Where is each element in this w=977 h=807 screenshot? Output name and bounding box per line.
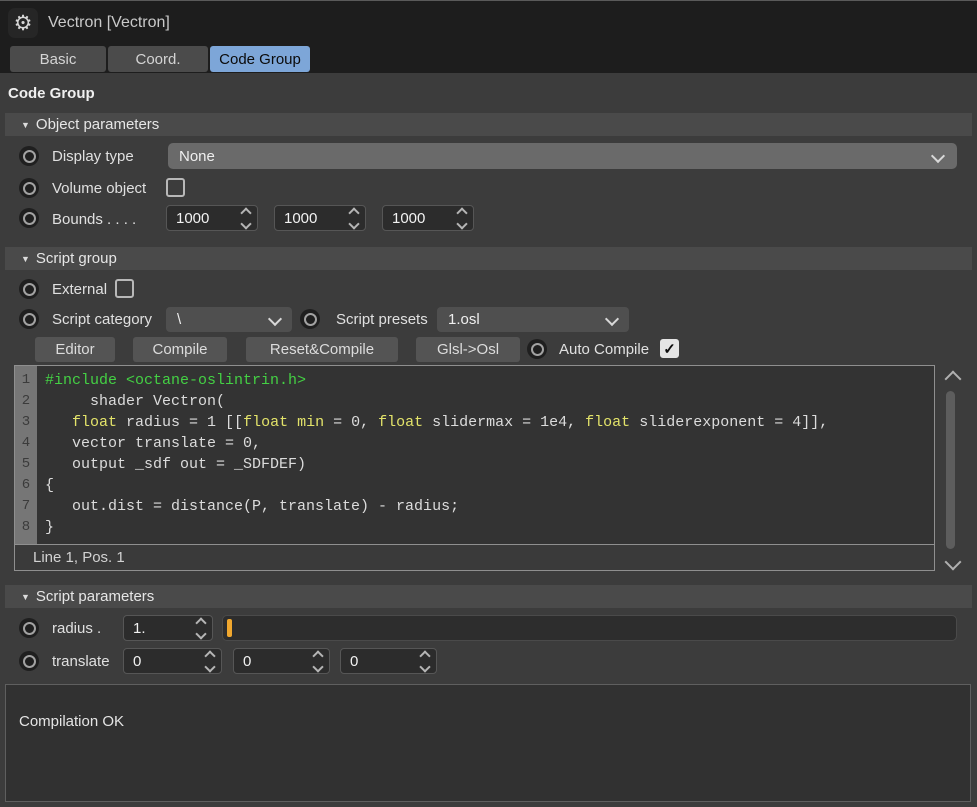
line-number-gutter: 12345678 bbox=[15, 366, 37, 544]
radius-label: radius . bbox=[52, 620, 102, 637]
chevron-down-icon bbox=[930, 148, 946, 164]
bounds-z-value: 1000 bbox=[392, 209, 426, 227]
script-category-select[interactable]: \ bbox=[166, 307, 292, 332]
script-presets-value: 1.osl bbox=[448, 311, 480, 328]
spinner-arrows-icon[interactable] bbox=[204, 649, 216, 673]
param-dot-external[interactable] bbox=[19, 279, 39, 299]
spinner-arrows-icon[interactable] bbox=[240, 206, 252, 230]
bounds-z-field[interactable]: 1000 bbox=[382, 205, 474, 231]
translate-label: translate bbox=[52, 653, 110, 670]
radius-value: 1. bbox=[133, 619, 146, 637]
translate-x-field[interactable]: 0 bbox=[123, 648, 222, 674]
param-dot-volume-object[interactable] bbox=[19, 178, 39, 198]
external-label: External bbox=[52, 281, 108, 298]
bounds-x-value: 1000 bbox=[176, 209, 210, 227]
section-title: Object parameters bbox=[35, 116, 160, 133]
script-presets-label: Script presets bbox=[336, 311, 428, 328]
tab-basic[interactable]: Basic bbox=[10, 46, 106, 72]
compilation-output: Compilation OK bbox=[5, 684, 971, 802]
external-checkbox[interactable] bbox=[115, 279, 134, 298]
compilation-message: Compilation OK bbox=[19, 713, 125, 730]
chevron-down-icon bbox=[267, 311, 283, 327]
page-title: Code Group bbox=[8, 85, 95, 102]
section-object-parameters[interactable]: ▼ Object parameters bbox=[5, 113, 972, 136]
script-presets-select[interactable]: 1.osl bbox=[437, 307, 629, 332]
param-dot-bounds[interactable] bbox=[19, 208, 39, 228]
vectron-panel: ⚙ Vectron [Vectron] Basic Coord. Code Gr… bbox=[0, 0, 977, 807]
display-type-select[interactable]: None bbox=[168, 143, 957, 169]
code-lines[interactable]: #include <octane-oslintrin.h> shader Vec… bbox=[37, 366, 934, 544]
spinner-arrows-icon[interactable] bbox=[419, 649, 431, 673]
code-editor[interactable]: 12345678 #include <octane-oslintrin.h> s… bbox=[14, 365, 935, 571]
glsl-to-osl-button[interactable]: Glsl->Osl bbox=[416, 337, 520, 362]
window-titlebar: ⚙ Vectron [Vectron] Basic Coord. Code Gr… bbox=[0, 1, 977, 73]
translate-z-field[interactable]: 0 bbox=[340, 648, 437, 674]
spinner-arrows-icon[interactable] bbox=[348, 206, 360, 230]
scrollbar-thumb[interactable] bbox=[946, 391, 955, 549]
display-type-label: Display type bbox=[52, 148, 134, 165]
param-dot-display-type[interactable] bbox=[19, 146, 39, 166]
script-category-label: Script category bbox=[52, 311, 153, 328]
display-type-value: None bbox=[179, 147, 215, 165]
volume-object-label: Volume object bbox=[52, 180, 147, 197]
tab-coord[interactable]: Coord. bbox=[108, 46, 208, 72]
vectron-gear-icon: ⚙ bbox=[8, 8, 38, 38]
editor-button[interactable]: Editor bbox=[35, 337, 115, 362]
tab-code-group[interactable]: Code Group bbox=[210, 46, 310, 72]
section-script-group[interactable]: ▼ Script group bbox=[5, 247, 972, 270]
spinner-arrows-icon[interactable] bbox=[312, 649, 324, 673]
editor-status-bar: Line 1, Pos. 1 bbox=[15, 544, 934, 570]
translate-y-value: 0 bbox=[243, 652, 252, 670]
section-title: Script group bbox=[35, 250, 117, 267]
param-dot-radius[interactable] bbox=[19, 618, 39, 638]
param-dot-script-category[interactable] bbox=[19, 309, 39, 329]
window-title: Vectron [Vectron] bbox=[48, 14, 170, 31]
scroll-down-icon[interactable] bbox=[944, 553, 962, 571]
bounds-x-field[interactable]: 1000 bbox=[166, 205, 258, 231]
compile-button[interactable]: Compile bbox=[133, 337, 227, 362]
spinner-arrows-icon[interactable] bbox=[195, 616, 207, 640]
bounds-label: Bounds . . . . bbox=[52, 211, 137, 228]
scroll-up-icon[interactable] bbox=[944, 370, 962, 388]
param-dot-script-presets[interactable] bbox=[300, 309, 320, 329]
section-title: Script parameters bbox=[35, 588, 155, 605]
spinner-arrows-icon[interactable] bbox=[456, 206, 468, 230]
bounds-y-value: 1000 bbox=[284, 209, 318, 227]
param-dot-auto-compile[interactable] bbox=[527, 339, 547, 359]
radius-slider-handle[interactable] bbox=[227, 619, 232, 637]
collapse-triangle-icon: ▼ bbox=[21, 119, 30, 130]
collapse-triangle-icon: ▼ bbox=[21, 253, 30, 264]
bounds-y-field[interactable]: 1000 bbox=[274, 205, 366, 231]
auto-compile-label: Auto Compile bbox=[559, 341, 650, 358]
reset-compile-button[interactable]: Reset&Compile bbox=[246, 337, 398, 362]
chevron-down-icon bbox=[604, 311, 620, 327]
collapse-triangle-icon: ▼ bbox=[21, 591, 30, 602]
translate-z-value: 0 bbox=[350, 652, 359, 670]
radius-slider[interactable] bbox=[222, 615, 957, 641]
param-dot-translate[interactable] bbox=[19, 651, 39, 671]
section-script-parameters[interactable]: ▼ Script parameters bbox=[5, 585, 972, 608]
radius-field[interactable]: 1. bbox=[123, 615, 213, 641]
script-category-value: \ bbox=[177, 311, 182, 328]
translate-y-field[interactable]: 0 bbox=[233, 648, 330, 674]
translate-x-value: 0 bbox=[133, 652, 142, 670]
volume-object-checkbox[interactable] bbox=[166, 178, 185, 197]
auto-compile-checkbox[interactable] bbox=[660, 339, 679, 358]
